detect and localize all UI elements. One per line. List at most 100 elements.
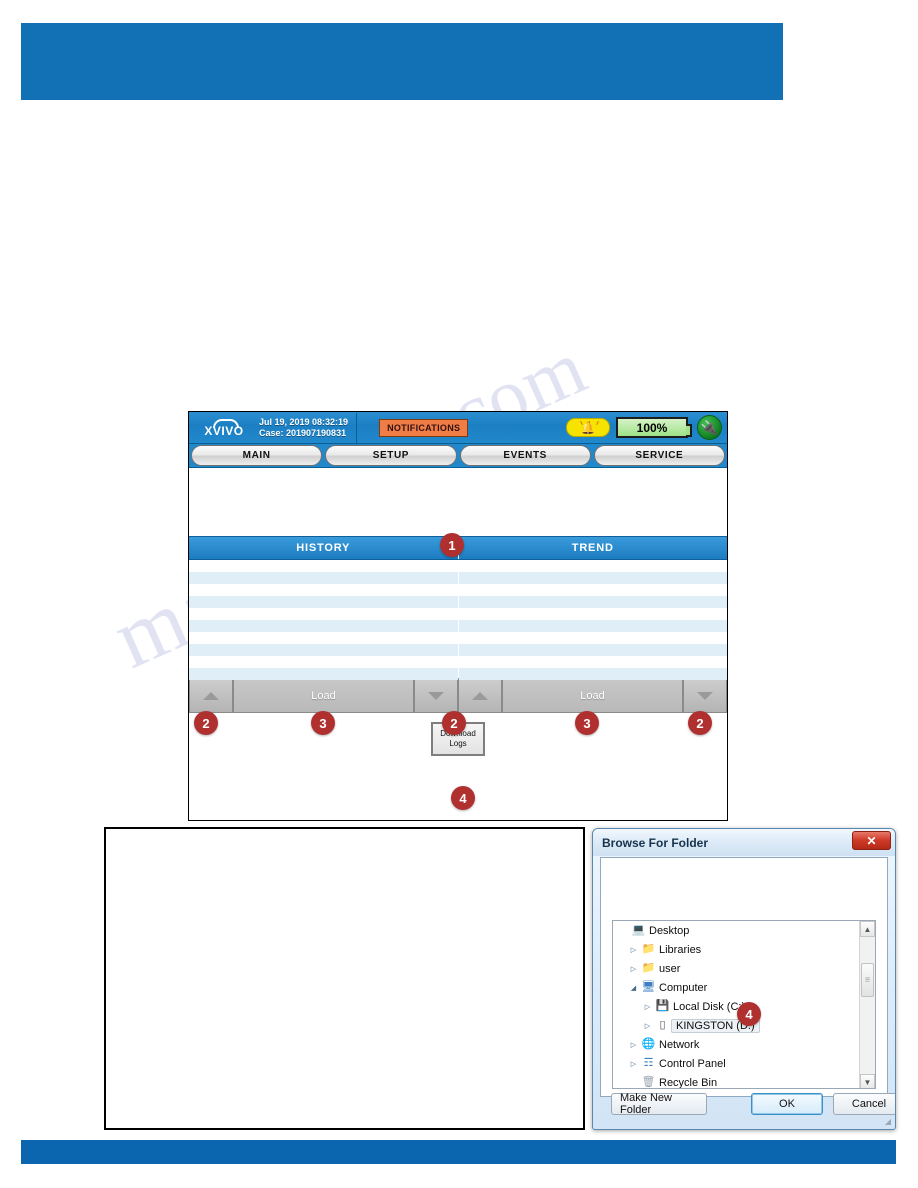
download-logs-label-line2: Logs (449, 739, 467, 748)
list-item (458, 620, 727, 632)
expander-icon[interactable]: ▷ (627, 1041, 640, 1049)
tree-item-label: Control Panel (659, 1057, 726, 1070)
tab-setup[interactable]: SETUP (325, 445, 457, 466)
list-item (189, 668, 458, 680)
page-header-band (21, 23, 783, 100)
history-scroll-down-button[interactable] (414, 679, 458, 713)
make-new-folder-button[interactable]: Make New Folder (611, 1092, 707, 1116)
plug-glyph: 🔌 (700, 418, 719, 435)
callout-4-download-logs: 4 (451, 786, 475, 810)
tree-item-desktop[interactable]: 💻 Desktop (613, 921, 875, 940)
list-item (189, 572, 458, 584)
callout-2-history-up: 2 (194, 711, 218, 735)
bell-ray-right (596, 420, 599, 426)
scroll-up-icon[interactable]: ▲ (860, 921, 875, 937)
triangle-up-icon (472, 692, 488, 700)
expander-icon[interactable]: ▷ (641, 1022, 654, 1030)
history-list[interactable] (189, 560, 459, 680)
triangle-down-icon (428, 692, 444, 700)
callout-3-history-load: 3 (311, 711, 335, 735)
power-plug-icon: 🔌 (697, 415, 722, 440)
list-item (189, 584, 458, 596)
tree-item-label: Network (659, 1038, 700, 1051)
dialog-title: Browse For Folder (602, 835, 709, 850)
list-item (458, 572, 727, 584)
list-item (458, 596, 727, 608)
list-item (458, 656, 727, 668)
list-item (458, 668, 727, 680)
status-divider (356, 412, 358, 443)
trend-scroll-up-button[interactable] (458, 679, 502, 713)
list-item (458, 644, 727, 656)
resize-grip-icon[interactable]: ◢ (885, 1117, 891, 1126)
tree-scrollbar[interactable]: ▲ ▼ (859, 921, 875, 1088)
scrollbar-thumb[interactable] (861, 963, 874, 997)
figure-placeholder-box (104, 827, 585, 1130)
device-status-bar: XVIVO Jul 19, 2019 08:32:19 Case: 201907… (189, 412, 727, 444)
expander-icon[interactable]: ▷ (627, 1060, 640, 1068)
device-screen-panel: XVIVO Jul 19, 2019 08:32:19 Case: 201907… (188, 411, 728, 821)
page-root: manualshive .com XVIVO Jul 19, 2019 08:3… (0, 0, 918, 1188)
tree-item-libraries[interactable]: ▷ 📁 Libraries (613, 940, 875, 959)
cancel-button[interactable]: Cancel (833, 1093, 895, 1115)
bell-glyph: 🔔 (580, 420, 596, 435)
callout-4-kingston: 4 (737, 1002, 761, 1026)
tab-events[interactable]: EVENTS (459, 445, 591, 466)
folder-icon: 📁 (641, 943, 656, 955)
list-item (189, 632, 458, 644)
callout-2-history-down: 2 (442, 711, 466, 735)
expander-icon[interactable]: ▷ (627, 946, 640, 954)
control-panel-icon: ☶ (643, 1057, 654, 1069)
battery-indicator: 100% (616, 417, 692, 438)
scroll-down-icon[interactable]: ▼ (860, 1074, 875, 1088)
list-item (189, 644, 458, 656)
computer-icon: 🖥 (641, 981, 656, 993)
ok-button[interactable]: OK (751, 1093, 823, 1115)
history-load-button[interactable]: Load (233, 679, 414, 713)
list-item (458, 560, 727, 572)
notifications-badge[interactable]: NOTIFICATIONS (379, 418, 469, 437)
tree-item-label: Libraries (659, 943, 702, 956)
list-item (458, 608, 727, 620)
tree-item-label: Desktop (649, 924, 690, 937)
list-item (458, 632, 727, 644)
dialog-prompt-area (601, 858, 887, 920)
tree-item-network[interactable]: ▷ 🌐 Network (613, 1035, 875, 1054)
list-item (189, 608, 458, 620)
usb-drive-icon: ▯ (659, 1019, 666, 1031)
expander-icon[interactable]: ▷ (641, 1003, 654, 1011)
trend-scroll-down-button[interactable] (683, 679, 727, 713)
list-item (189, 560, 458, 572)
tree-item-control-panel[interactable]: ▷ ☶ Control Panel (613, 1054, 875, 1073)
history-scroll-up-button[interactable] (189, 679, 233, 713)
expander-icon[interactable]: ◢ (627, 984, 640, 992)
triangle-down-icon (697, 692, 713, 700)
tree-item-computer[interactable]: ◢ 🖥 Computer (613, 978, 875, 997)
load-controls-row: Load Load (189, 678, 727, 713)
callout-3-trend-load: 3 (575, 711, 599, 735)
tree-item-label: Recycle Bin (659, 1076, 718, 1089)
device-tab-bar: MAIN SETUP EVENTS SERVICE (189, 444, 727, 468)
trend-load-button[interactable]: Load (502, 679, 683, 713)
close-icon[interactable]: ✕ (852, 831, 891, 850)
page-footer-band (21, 1140, 896, 1164)
trend-list[interactable] (458, 560, 727, 680)
status-case: Case: 201907190831 (259, 427, 347, 438)
recycle-bin-icon: 🗑 (641, 1076, 656, 1088)
tab-main[interactable]: MAIN (191, 445, 323, 466)
tree-item-user[interactable]: ▷ 📁 user (613, 959, 875, 978)
list-item (458, 584, 727, 596)
logo-text: XVIVO (204, 423, 244, 438)
expander-icon[interactable]: ▷ (627, 965, 640, 973)
bell-icon[interactable]: 🔔 (566, 418, 610, 437)
dialog-button-row: Make New Folder OK Cancel (593, 1092, 895, 1116)
dialog-body: 💻 Desktop ▷ 📁 Libraries ▷ 📁 user ◢ 🖥 Com… (600, 857, 888, 1097)
tab-service[interactable]: SERVICE (593, 445, 725, 466)
tree-item-recycle-bin[interactable]: 🗑 Recycle Bin (613, 1073, 875, 1089)
trend-header[interactable]: TREND (458, 537, 727, 559)
device-blank-area (189, 468, 727, 536)
tree-item-label: user (659, 962, 681, 975)
hard-disk-icon: 💾 (655, 1000, 670, 1012)
browse-for-folder-dialog: Browse For Folder ✕ 💻 Desktop ▷ 📁 Librar… (592, 828, 896, 1130)
history-header[interactable]: HISTORY (189, 537, 459, 559)
